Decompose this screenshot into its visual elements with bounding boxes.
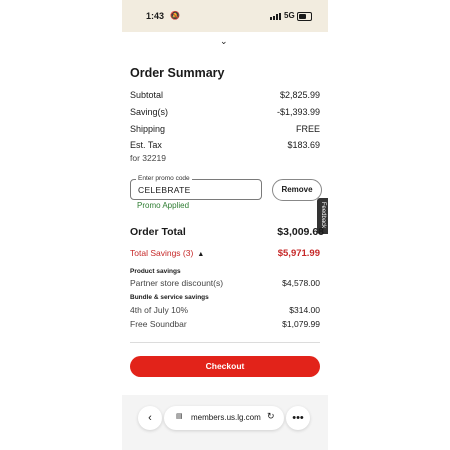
order-total-value: $3,009.68 (277, 226, 324, 238)
shipping-row: Shipping FREE (130, 124, 320, 136)
row-label: Shipping (130, 124, 166, 134)
chevron-up-icon: ▲ (197, 251, 205, 258)
reload-icon[interactable]: ↻ (267, 411, 275, 422)
savings-item-value: $4,578.00 (282, 278, 320, 288)
savings-item: Free Soundbar $1,079.99 (130, 319, 320, 331)
site-settings-icon[interactable]: ▤ (176, 412, 183, 420)
signal-icon (270, 13, 282, 20)
savings-group-heading: Product savings (130, 268, 181, 275)
savings-group-heading: Bundle & service savings (130, 294, 209, 301)
row-value: -$1,393.99 (276, 107, 320, 117)
chevron-left-icon[interactable]: ‹ (138, 406, 162, 430)
total-savings-label: Total Savings (3) (130, 248, 194, 258)
remove-promo-button[interactable]: Remove (272, 179, 322, 201)
savings-item-value: $314.00 (289, 305, 320, 315)
promo-code-input[interactable]: Enter promo code CELEBRATE (130, 175, 262, 200)
checkout-button[interactable]: Checkout (130, 356, 320, 377)
chevron-down-icon[interactable]: ⌄ (220, 36, 228, 47)
promo-applied-status: Promo Applied (137, 201, 190, 210)
url-text: members.us.lg.com (191, 413, 261, 422)
order-total-row: Order Total $3,009.68 (130, 226, 324, 238)
total-savings-toggle[interactable]: Total Savings (3) ▲ $5,971.99 (130, 248, 320, 259)
more-dots-icon[interactable]: ••• (286, 406, 310, 430)
row-value: $2,825.99 (279, 90, 320, 100)
battery-icon (297, 12, 312, 21)
divider (130, 342, 320, 343)
promo-value: CELEBRATE (138, 185, 191, 195)
row-label: Saving(s) (130, 107, 169, 117)
status-bar: 1:43 🔕 5G (122, 0, 328, 32)
savings-item: Partner store discount(s) $4,578.00 (130, 278, 320, 290)
savings-item-label: Free Soundbar (130, 319, 187, 329)
row-label: Subtotal (130, 90, 164, 100)
bell-off-icon: 🔕 (170, 11, 180, 20)
savings-item-label: 4th of July 10% (130, 305, 189, 315)
tax-zip: for 32219 (130, 153, 166, 163)
status-time: 1:43 (146, 11, 165, 21)
network-label: 5G (284, 11, 295, 20)
row-value: FREE (295, 124, 320, 134)
savings-item-value: $1,079.99 (282, 319, 320, 329)
phone-screen: 1:43 🔕 5G ⌄ Order Summary Subtotal $2,82… (122, 0, 328, 450)
tax-row: Est. Tax $183.69 (130, 140, 320, 152)
row-label: Est. Tax (130, 140, 162, 150)
savings-row: Saving(s) -$1,393.99 (130, 107, 320, 119)
address-bar[interactable]: ▤ members.us.lg.com ↻ (164, 406, 284, 430)
subtotal-row: Subtotal $2,825.99 (130, 90, 320, 102)
row-value: $183.69 (287, 140, 320, 150)
promo-field-label: Enter promo code (136, 175, 192, 182)
total-savings-value: $5,971.99 (277, 248, 320, 259)
order-total-label: Order Total (130, 226, 186, 238)
order-summary-title: Order Summary (130, 66, 225, 80)
savings-item-label: Partner store discount(s) (130, 278, 224, 288)
savings-item: 4th of July 10% $314.00 (130, 305, 320, 317)
